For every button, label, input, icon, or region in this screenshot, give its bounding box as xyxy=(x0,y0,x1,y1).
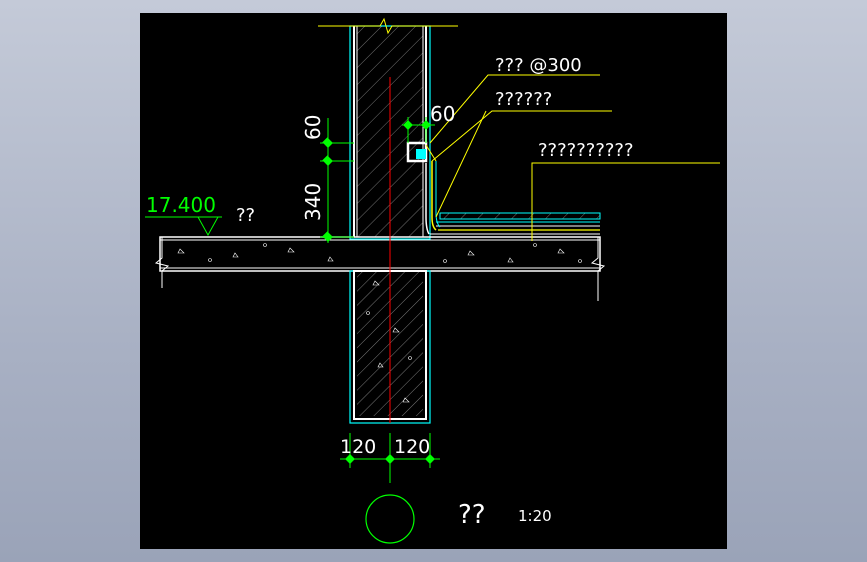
detail-symbol xyxy=(365,494,415,544)
label-roof-layers-note: ?????????? xyxy=(538,140,634,161)
label-dim-120-left: 120 xyxy=(340,436,376,458)
cad-drawing-canvas[interactable]: ??? @300 ?????? ?????????? 60 60 340 17.… xyxy=(140,13,727,549)
label-dim-60-left: 60 xyxy=(301,115,325,140)
label-elevation: 17.400 xyxy=(146,193,216,217)
label-elevation-suffix: ?? xyxy=(236,205,255,226)
label-dim-60-top: 60 xyxy=(430,102,455,126)
label-detail-title: ?? xyxy=(458,500,486,530)
label-dim-120-right: 120 xyxy=(394,436,430,458)
label-flashing-note: ?????? xyxy=(495,89,552,110)
upper-wall xyxy=(318,17,458,240)
label-scale: 1:20 xyxy=(518,507,552,525)
label-nail-spacing: ??? @300 xyxy=(495,55,582,76)
label-dim-340: 340 xyxy=(301,183,325,221)
